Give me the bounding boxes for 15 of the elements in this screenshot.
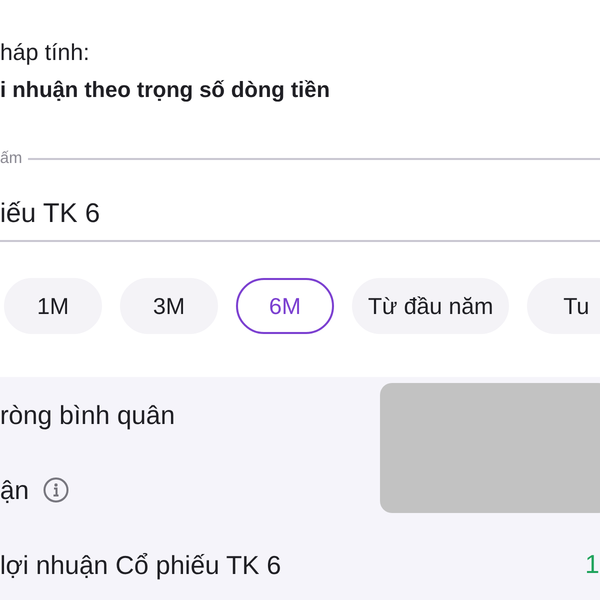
period-chip[interactable]: Từ đầu năm bbox=[352, 278, 510, 334]
field-value: iếu TK 6 bbox=[0, 197, 100, 230]
field-label: ấm bbox=[0, 150, 22, 168]
period-chip[interactable]: Tu bbox=[527, 278, 600, 334]
period-chip[interactable]: 6M bbox=[236, 278, 334, 334]
product-field[interactable]: ấm iếu TK 6 bbox=[0, 150, 600, 242]
stat-label: lợi nhuận Cổ phiếu TK 6 bbox=[0, 548, 282, 580]
period-chip[interactable]: 3M bbox=[120, 278, 218, 334]
method-label: háp tính: bbox=[0, 38, 90, 67]
method-value: i nhuận theo trọng số dòng tiền bbox=[0, 76, 330, 104]
stat-label: ròng bình quân bbox=[0, 398, 175, 430]
period-chip[interactable]: 1M bbox=[4, 278, 102, 334]
stat-label: ận bbox=[0, 474, 29, 506]
stat-value: 1 bbox=[585, 548, 600, 581]
info-icon[interactable] bbox=[42, 476, 69, 502]
